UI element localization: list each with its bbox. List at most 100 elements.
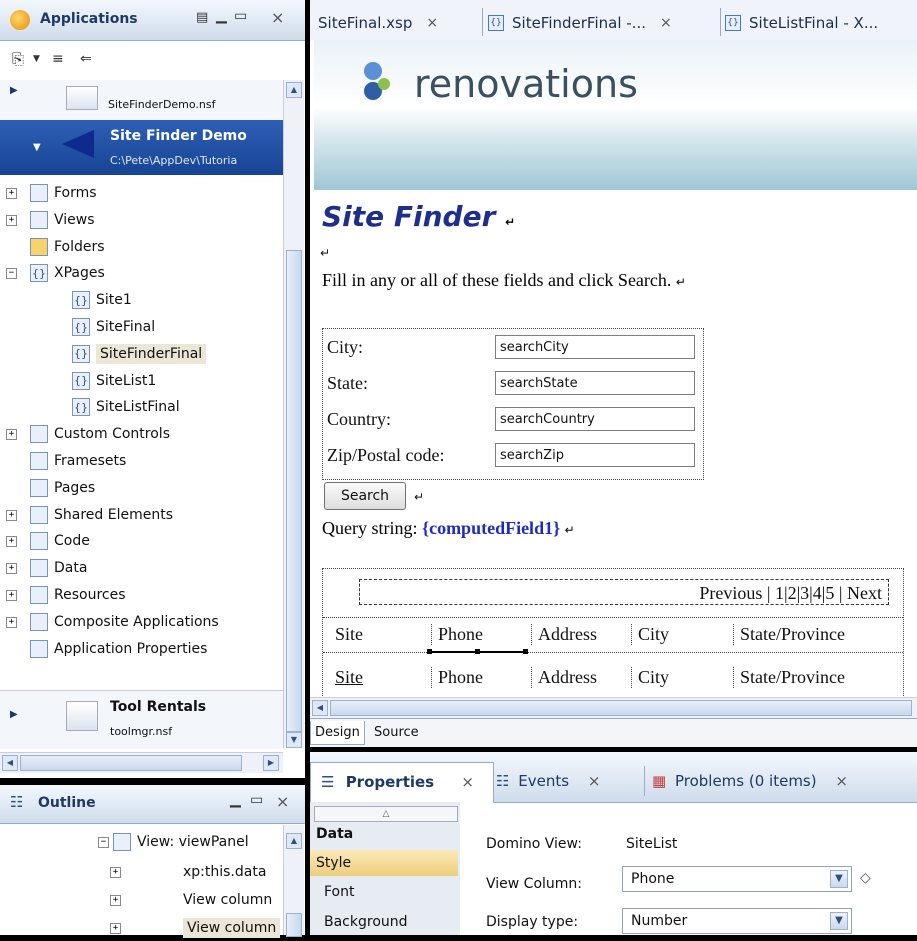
selection-handle[interactable] [523, 649, 528, 654]
close-icon[interactable]: × [276, 792, 289, 811]
maximize-icon[interactable]: ▭ [234, 8, 247, 24]
scroll-left-icon[interactable]: ◀ [312, 700, 328, 716]
column-header[interactable]: Phone [431, 624, 483, 645]
view-menu-icon[interactable]: ▤ [196, 10, 208, 25]
db-item-site-finder-demo[interactable]: ▼ Site Finder Demo C:\Pete\AppDev\Tutori… [0, 120, 285, 175]
tree-item[interactable]: + Data [6, 555, 87, 581]
column-header[interactable]: State/Province [733, 624, 845, 645]
collapse-up-icon[interactable]: △ [314, 806, 458, 822]
column-header[interactable]: City [631, 624, 669, 645]
pager-page[interactable]: 4 [813, 583, 822, 603]
collapse-icon[interactable]: ⇐ [80, 51, 92, 67]
pager-page[interactable]: 2 [788, 583, 797, 603]
scroll-thumb[interactable] [330, 700, 912, 716]
pager-page[interactable]: 3 [800, 583, 809, 603]
expand-icon[interactable]: + [6, 536, 17, 548]
expand-icon[interactable]: + [6, 563, 17, 575]
db-item-sitefinderdemo[interactable]: ▶ SiteFinderDemo.nsf [0, 80, 285, 120]
column-value[interactable]: Site [329, 667, 363, 688]
minimize-icon[interactable]: ▁ [216, 8, 227, 24]
scroll-right-icon[interactable]: ▶ [263, 755, 279, 771]
tab-design[interactable]: Design [310, 721, 365, 745]
tab-events[interactable]: ☷ Events × [496, 762, 600, 800]
tree-item[interactable]: + Views [6, 207, 95, 233]
category-background[interactable]: Background [324, 914, 408, 930]
pager[interactable]: Previous | 1|2|3|4|5 | Next [359, 579, 889, 605]
tree-item[interactable]: Folders [30, 234, 105, 260]
tree-item[interactable]: {} SiteListFinal [72, 394, 180, 420]
expand-icon[interactable]: + [6, 429, 17, 441]
computed-diamond-icon[interactable]: ◇ [860, 870, 871, 886]
view-column-select[interactable]: Phone ▼ [622, 866, 852, 892]
close-tab-icon[interactable]: × [660, 15, 672, 31]
scroll-up-icon[interactable]: ▲ [286, 833, 302, 849]
scroll-left-icon[interactable]: ◀ [2, 755, 18, 771]
tree-item[interactable]: + Shared Elements [6, 502, 173, 528]
tab-sitefinal[interactable]: SiteFinal.xsp × [318, 8, 438, 38]
scroll-thumb[interactable] [20, 755, 242, 771]
filter-icon[interactable]: ≡ [52, 51, 64, 67]
scroll-up-icon[interactable]: ▲ [286, 82, 302, 98]
tree-item[interactable]: − {} XPages [6, 260, 105, 286]
tree-item[interactable]: + Custom Controls [6, 421, 170, 447]
expand-icon[interactable]: + [110, 922, 121, 934]
category-style[interactable]: Style [310, 850, 458, 876]
close-icon[interactable]: × [271, 8, 284, 27]
category-data[interactable]: Data [316, 826, 353, 842]
tree-item[interactable]: + Forms [6, 180, 97, 206]
expand-icon[interactable]: + [6, 214, 17, 226]
outline-item[interactable]: + View column [110, 887, 272, 913]
dropdown-chevron-icon[interactable]: ▼ [33, 54, 40, 64]
outline-item[interactable]: + View column [110, 915, 281, 941]
tab-sitefinderfinal[interactable]: {} SiteFinderFinal -... × [488, 8, 672, 38]
selection-handle[interactable] [475, 649, 480, 654]
scroll-thumb[interactable] [286, 913, 302, 937]
applications-vscrollbar[interactable]: ▲ ▼ [283, 80, 304, 748]
tab-problems[interactable]: ▦ Problems (0 items) × [652, 762, 848, 800]
column-value[interactable]: Address [531, 667, 597, 688]
selection-handle[interactable] [427, 649, 432, 654]
tree-item[interactable]: Application Properties [30, 636, 207, 662]
tree-item[interactable]: {} SiteFinal [72, 314, 155, 340]
close-tab-icon[interactable]: × [426, 15, 438, 31]
collapse-icon[interactable]: − [98, 836, 109, 848]
maximize-icon[interactable]: ▭ [250, 792, 263, 808]
computed-field[interactable]: {computedField1} [422, 518, 560, 538]
tab-source[interactable]: Source [374, 725, 419, 740]
chevron-down-icon[interactable]: ▼ [830, 870, 848, 888]
expand-arrow-icon[interactable]: ▶ [10, 709, 18, 720]
category-font[interactable]: Font [324, 884, 354, 900]
tree-item[interactable]: + Resources [6, 582, 126, 608]
column-header[interactable]: Address [531, 624, 597, 645]
pager-page[interactable]: 1 [775, 583, 784, 603]
close-tab-icon[interactable]: × [588, 772, 601, 790]
expand-icon[interactable]: + [6, 509, 17, 521]
outline-vscrollbar[interactable]: ▲ [283, 825, 304, 937]
search-button[interactable]: Search [324, 482, 406, 510]
column-value[interactable]: State/Province [733, 667, 845, 688]
applications-hscrollbar[interactable]: ◀ ▶ [0, 752, 283, 773]
db-item-tool-rentals[interactable]: ▶ Tool Rentals toolmgr.nsf [0, 690, 285, 749]
form-field-input[interactable]: searchState [495, 371, 695, 395]
view-panel[interactable]: Previous | 1|2|3|4|5 | Next Site Phone Add… [322, 568, 904, 697]
expand-arrow-icon[interactable]: ▶ [10, 85, 18, 96]
tree-item[interactable]: + Composite Applications [6, 609, 219, 635]
expand-icon[interactable]: + [110, 866, 121, 878]
tree-item[interactable]: {} SiteList1 [72, 368, 156, 394]
expand-icon[interactable]: + [6, 616, 17, 628]
pager-next[interactable]: Next [847, 583, 882, 603]
outline-item[interactable]: − View: viewPanel [98, 829, 249, 855]
scroll-thumb[interactable] [286, 250, 302, 732]
tree-item[interactable]: Framesets [30, 448, 126, 474]
form-field-input[interactable]: searchZip [495, 443, 695, 467]
scroll-down-icon[interactable]: ▼ [286, 732, 302, 748]
expand-icon[interactable]: + [110, 894, 121, 906]
chevron-down-icon[interactable]: ▼ [830, 912, 848, 930]
form-field-input[interactable]: searchCity [495, 335, 695, 359]
editor-hscrollbar[interactable]: ◀ [310, 697, 917, 718]
column-value[interactable]: Phone [431, 667, 483, 688]
outline-item[interactable]: + xp:this.data [110, 859, 266, 885]
tree-item[interactable]: {} SiteFinderFinal [72, 341, 207, 367]
tree-item[interactable]: + Code [6, 528, 90, 554]
form-field-input[interactable]: searchCountry [495, 407, 695, 431]
